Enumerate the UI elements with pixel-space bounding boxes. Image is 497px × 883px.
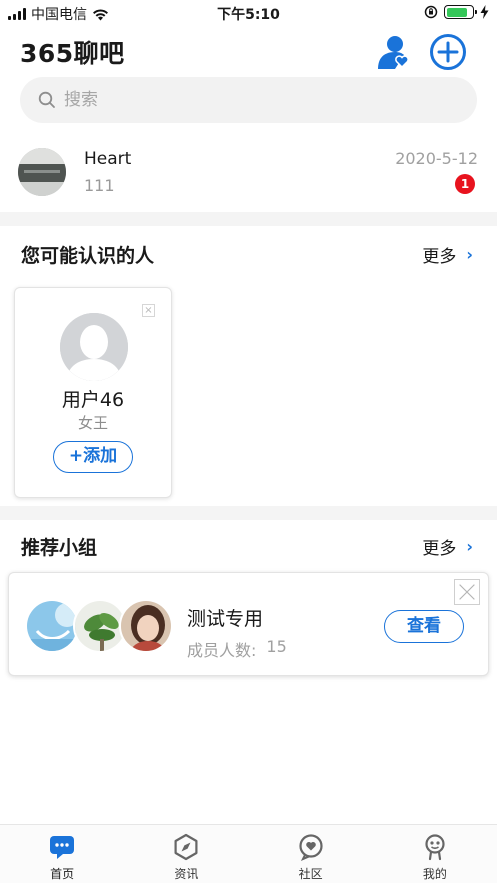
chevron-right-icon: ›	[466, 537, 473, 556]
chevron-right-icon: ›	[466, 245, 473, 264]
group-member-avatar	[25, 599, 79, 653]
member-count-value: 15	[266, 637, 287, 656]
charging-icon	[480, 5, 489, 19]
people-section-title: 您可能认识的人	[21, 245, 155, 267]
section-divider	[0, 506, 497, 520]
person-subtitle: 女王	[77, 414, 108, 432]
conversation-name: Heart	[84, 149, 132, 169]
app-title: 365聊吧	[20, 39, 125, 68]
member-count-label: 成员人数:	[187, 641, 257, 660]
tab-label: 我的	[422, 867, 447, 881]
search-input[interactable]	[64, 90, 444, 110]
heart-bubble-icon	[299, 834, 323, 861]
conversation-last-message: 111	[84, 176, 115, 195]
search-bar[interactable]	[20, 77, 477, 123]
person-heart-icon[interactable]	[375, 33, 413, 71]
add-friend-button[interactable]: +添加	[53, 441, 133, 473]
status-bar: 中国电信 下午5:10	[0, 0, 497, 26]
people-more-label: 更多	[422, 247, 457, 267]
chat-bubble-icon	[50, 836, 75, 859]
person-name: 用户46	[61, 389, 125, 411]
tab-mine[interactable]: 我的	[373, 825, 497, 883]
search-icon	[38, 91, 55, 108]
tab-label: 资讯	[174, 867, 199, 881]
group-card[interactable]: 测试专用 成员人数: 15 查看	[8, 572, 489, 676]
compass-icon	[174, 833, 198, 861]
person-card[interactable]: × 用户46 女王 +添加	[14, 287, 172, 498]
close-icon[interactable]	[454, 579, 480, 605]
plus-circle-icon[interactable]	[429, 33, 467, 71]
profile-icon	[425, 834, 445, 861]
default-avatar-icon	[60, 313, 128, 381]
tab-news[interactable]: 资讯	[124, 825, 248, 883]
section-divider	[0, 212, 497, 226]
unread-badge: 1	[455, 174, 475, 194]
tab-bar: 首页 资讯 社区 我的	[0, 824, 497, 883]
conversation-date: 2020-5-12	[395, 149, 478, 168]
tab-community[interactable]: 社区	[249, 825, 373, 883]
conversation-row[interactable]: Heart 111 2020-5-12 1	[0, 140, 497, 208]
rotation-lock-icon	[424, 5, 438, 19]
view-group-button[interactable]: 查看	[384, 610, 464, 643]
status-time: 下午5:10	[217, 7, 280, 23]
group-more-link[interactable]: 更多 ›	[422, 534, 473, 559]
group-member-avatar	[119, 599, 173, 653]
people-more-link[interactable]: 更多 ›	[422, 242, 473, 267]
status-right	[424, 5, 489, 19]
tab-label: 社区	[298, 867, 323, 881]
group-member-count: 成员人数: 15	[187, 637, 287, 661]
tab-label: 首页	[50, 867, 75, 881]
battery-icon	[444, 5, 477, 19]
group-more-label: 更多	[422, 539, 457, 559]
close-icon[interactable]: ×	[142, 304, 155, 317]
tab-home[interactable]: 首页	[0, 825, 124, 883]
group-name: 测试专用	[187, 608, 264, 630]
group-section-title: 推荐小组	[21, 537, 98, 559]
conversation-avatar	[18, 148, 66, 196]
